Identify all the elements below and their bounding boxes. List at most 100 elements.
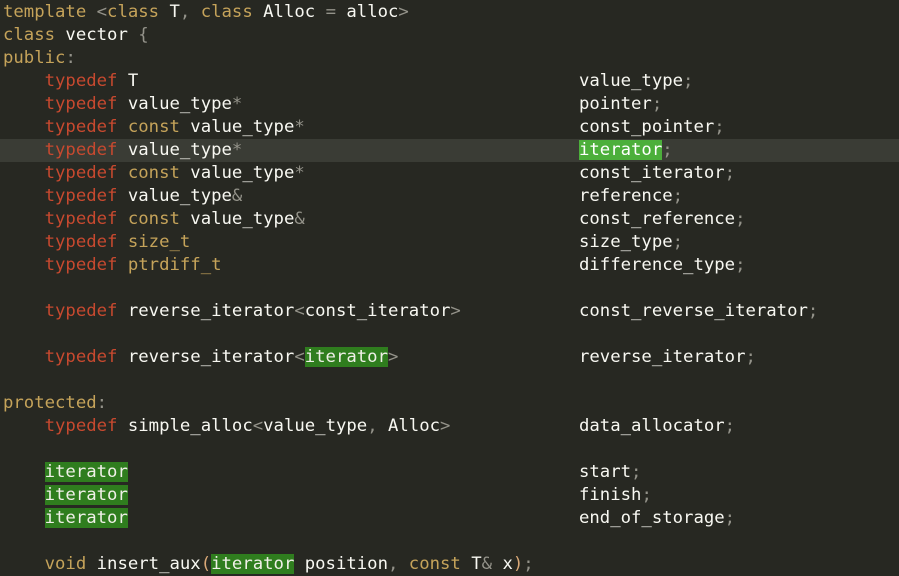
punctuation-token: ; bbox=[672, 232, 684, 252]
code-declaration: typedef value_type* bbox=[3, 93, 243, 116]
code-token: value_type bbox=[179, 209, 295, 229]
code-alias-name: reference; bbox=[579, 185, 683, 208]
punctuation-token: ; bbox=[735, 209, 746, 229]
code-token: T bbox=[159, 2, 180, 22]
punctuation-token: ; bbox=[672, 186, 684, 206]
punctuation-token: ; bbox=[641, 485, 652, 505]
punctuation-token: > bbox=[440, 416, 451, 436]
highlighted-identifier: iterator bbox=[211, 554, 295, 574]
keyword-token: const bbox=[408, 554, 461, 574]
punctuation-token: * bbox=[231, 140, 243, 160]
bracket-token: ) bbox=[512, 554, 524, 574]
code-line[interactable] bbox=[0, 530, 899, 553]
code-line[interactable] bbox=[0, 438, 899, 461]
code-alias-name: end_of_storage; bbox=[579, 507, 735, 530]
code-token: pointer bbox=[579, 94, 652, 114]
code-token: x bbox=[492, 554, 513, 574]
code-line[interactable]: typedef const value_type& const_reference… bbox=[0, 208, 899, 231]
code-line[interactable]: typedef Tvalue_type; bbox=[0, 70, 899, 93]
code-line[interactable]: class vector { bbox=[0, 24, 899, 47]
code-line[interactable]: typedef reverse_iterator<const_iterator>… bbox=[0, 300, 899, 323]
punctuation-token: * bbox=[294, 117, 305, 137]
code-line[interactable]: typedef value_type* pointer; bbox=[0, 93, 899, 116]
code-declaration: iterator bbox=[3, 507, 128, 530]
code-token: Alloc bbox=[252, 2, 326, 22]
code-token: insert_aux bbox=[86, 554, 201, 574]
highlighted-identifier: iterator bbox=[304, 347, 388, 367]
keyword-token: void bbox=[44, 554, 87, 574]
highlighted-identifier: iterator bbox=[44, 508, 128, 528]
punctuation-token: & bbox=[294, 209, 305, 229]
code-alias-name: size_type; bbox=[579, 231, 683, 254]
punctuation-token: ; bbox=[651, 94, 663, 114]
code-line[interactable]: template <class T, class Alloc = alloc> bbox=[0, 1, 899, 24]
keyword-token: template bbox=[3, 2, 87, 22]
typedef-keyword: typedef bbox=[44, 186, 118, 206]
code-line[interactable]: protected: bbox=[0, 392, 899, 415]
bracket-token: ( bbox=[200, 554, 212, 574]
code-line[interactable]: public: bbox=[0, 47, 899, 70]
typedef-keyword: typedef bbox=[44, 301, 118, 321]
punctuation-token: ; bbox=[683, 71, 694, 91]
code-token: difference_type bbox=[579, 255, 736, 275]
code-line[interactable]: iterator finish; bbox=[0, 484, 899, 507]
code-token: vector bbox=[55, 25, 139, 45]
code-declaration: void insert_aux(iterator position, const… bbox=[3, 553, 534, 576]
punctuation-token: & bbox=[231, 186, 243, 206]
punctuation-token: ; bbox=[724, 508, 736, 528]
code-line[interactable]: typedef const value_type* const_iterator; bbox=[0, 162, 899, 185]
keyword-token: class bbox=[200, 2, 253, 22]
code-declaration: typedef ptrdiff_t bbox=[3, 254, 222, 277]
punctuation-token: , bbox=[387, 554, 409, 574]
punctuation-token: ; bbox=[724, 163, 736, 183]
code-line[interactable]: typedef simple_alloc<value_type, Alloc> d… bbox=[0, 415, 899, 438]
code-token: const_reference bbox=[579, 209, 736, 229]
code-line[interactable]: typedef value_type& reference; bbox=[0, 185, 899, 208]
code-alias-name: pointer; bbox=[579, 93, 662, 116]
code-line[interactable]: iterator start; bbox=[0, 461, 899, 484]
code-token: value_type bbox=[579, 71, 684, 91]
code-line[interactable]: typedef const value_type* const_pointer; bbox=[0, 116, 899, 139]
code-token: T bbox=[117, 71, 139, 91]
code-token: const_reverse_iterator bbox=[579, 301, 808, 321]
typedef-keyword: typedef bbox=[44, 255, 118, 275]
code-line[interactable]: typedef size_t size_type; bbox=[0, 231, 899, 254]
code-line[interactable] bbox=[0, 323, 899, 346]
keyword-token: protected bbox=[3, 393, 97, 413]
code-token: simple_alloc bbox=[117, 416, 253, 436]
code-declaration: template <class T, class Alloc = alloc> bbox=[3, 1, 409, 24]
current-code-line[interactable]: typedef value_type* iterator; bbox=[0, 139, 899, 162]
code-token: value_type bbox=[117, 140, 232, 160]
code-alias-name: finish; bbox=[579, 484, 652, 507]
punctuation-token: > bbox=[398, 2, 409, 22]
code-token: const_iterator bbox=[579, 163, 725, 183]
code-declaration: class vector { bbox=[3, 24, 149, 47]
code-line[interactable]: iterator end_of_storage; bbox=[0, 507, 899, 530]
punctuation-token: , bbox=[179, 2, 201, 22]
code-token: start bbox=[579, 462, 632, 482]
code-alias-name: const_reference; bbox=[579, 208, 745, 231]
keyword-token: const bbox=[117, 209, 180, 229]
typedef-keyword: typedef bbox=[44, 209, 118, 229]
code-declaration: iterator bbox=[3, 484, 128, 507]
code-alias-name: start; bbox=[579, 461, 641, 484]
code-editor[interactable]: template <class T, class Alloc = alloc> c… bbox=[0, 0, 899, 574]
code-declaration: typedef value_type& bbox=[3, 185, 243, 208]
code-line[interactable]: void insert_aux(iterator position, const… bbox=[0, 553, 899, 576]
code-line[interactable]: typedef ptrdiff_t difference_type; bbox=[0, 254, 899, 277]
code-line[interactable]: typedef reverse_iterator<iterator> revers… bbox=[0, 346, 899, 369]
highlighted-identifier: iterator bbox=[44, 485, 128, 505]
code-line[interactable] bbox=[0, 277, 899, 300]
code-line[interactable] bbox=[0, 369, 899, 392]
code-token: reverse_iterator bbox=[117, 301, 295, 321]
selected-identifier: iterator bbox=[579, 140, 663, 160]
code-declaration: typedef const value_type& bbox=[3, 208, 305, 231]
